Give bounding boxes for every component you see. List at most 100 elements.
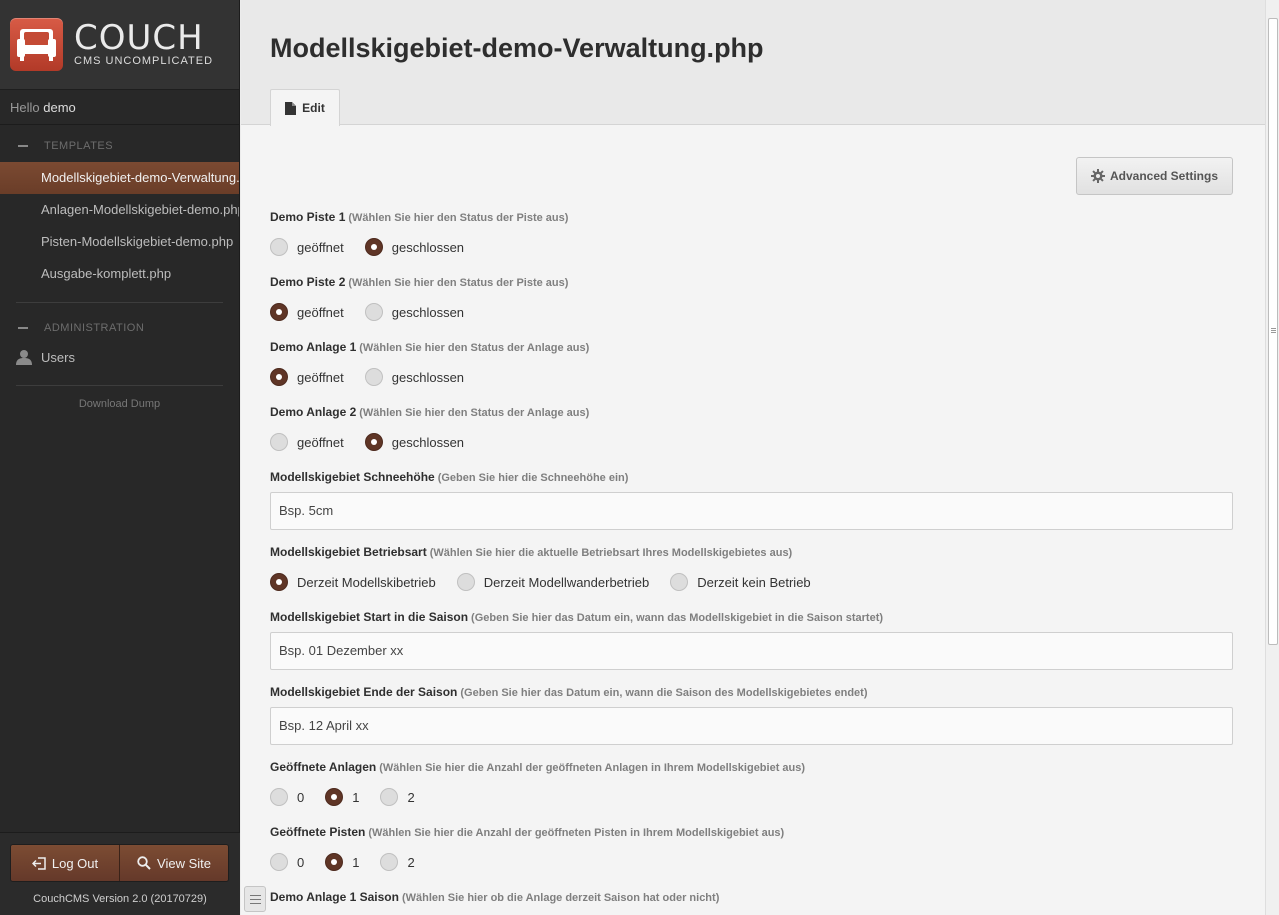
templates-section-header[interactable]: TEMPLATES (0, 133, 239, 159)
sidebar-footer: Log Out View Site CouchCMS Version 2.0 (… (0, 832, 240, 915)
radio-option[interactable]: 0 (270, 788, 304, 806)
radio-button[interactable] (364, 238, 383, 256)
radio-button[interactable] (364, 303, 383, 321)
radio-button[interactable] (270, 368, 288, 386)
radio-button[interactable] (670, 573, 689, 591)
field-anlage-1-saison: Demo Anlage 1 Saison (Wählen Sie hier ob … (270, 890, 1233, 906)
sidebar-item-pisten[interactable]: Pisten-Modellskigebiet-demo.php (0, 226, 239, 258)
field-hint: (Geben Sie hier das Datum ein, wann die … (460, 687, 868, 699)
field-label: Modellskigebiet Betriebsart (270, 545, 427, 559)
logout-button[interactable]: Log Out (11, 845, 119, 881)
radio-button[interactable] (270, 573, 288, 591)
field-start-saison: Modellskigebiet Start in die Saison (Gebe… (270, 610, 1233, 670)
radio-button[interactable] (364, 368, 383, 386)
sidebar-item-ausgabe[interactable]: Ausgabe-komplett.php (0, 258, 239, 290)
radio-option[interactable]: geschlossen (364, 238, 465, 256)
schneehoehe-input[interactable]: Bsp. 5cm (270, 492, 1233, 530)
download-dump-link[interactable]: Download Dump (0, 398, 239, 410)
radio-option[interactable]: geschlossen (364, 368, 465, 386)
administration-section-header[interactable]: ADMINISTRATION (0, 315, 239, 341)
couch-logo-icon (10, 18, 63, 71)
menu-toggle-icon[interactable] (244, 886, 266, 912)
field-geoeffnete-pisten: Geöffnete Pisten (Wählen Sie hier die Anz… (270, 825, 1233, 872)
radio-label: geöffnet (297, 239, 344, 255)
radio-option[interactable]: geöffnet (270, 433, 344, 451)
field-label: Modellskigebiet Ende der Saison (270, 685, 458, 699)
radio-button[interactable] (380, 853, 399, 871)
scrollbar[interactable] (1265, 0, 1279, 915)
radio-option[interactable]: Derzeit Modellwanderbetrieb (456, 573, 649, 591)
radio-label: geöffnet (297, 304, 344, 320)
radio-label: geschlossen (391, 239, 465, 255)
administration-header-label: ADMINISTRATION (44, 322, 145, 334)
radio-button[interactable] (270, 433, 288, 451)
field-hint: (Wählen Sie hier den Status der Piste au… (348, 212, 569, 224)
divider (16, 302, 223, 303)
view-site-button[interactable]: View Site (119, 845, 228, 881)
field-label: Demo Piste 2 (270, 275, 346, 289)
tab-edit[interactable]: Edit (270, 89, 340, 126)
field-hint: (Wählen Sie hier die Anzahl der geöffnet… (368, 827, 785, 839)
scrollbar-thumb[interactable] (1268, 18, 1278, 645)
sidebar: COUCH CMS UNCOMPLICATED Hello demo TEMPL… (0, 0, 240, 915)
radio-option[interactable]: 2 (380, 788, 415, 806)
field-anlage-2: Demo Anlage 2 (Wählen Sie hier den Status… (270, 405, 1233, 452)
brand[interactable]: COUCH CMS UNCOMPLICATED (0, 0, 239, 90)
field-hint: (Wählen Sie hier den Status der Anlage a… (359, 407, 590, 419)
radio-label: 2 (407, 854, 415, 870)
view-site-label: View Site (157, 855, 211, 871)
start-saison-input[interactable]: Bsp. 01 Dezember xx (270, 632, 1233, 670)
sidebar-item-users[interactable]: Users (0, 341, 239, 373)
field-label: Geöffnete Anlagen (270, 760, 377, 774)
radio-button[interactable] (456, 573, 475, 591)
radio-label: Derzeit kein Betrieb (697, 574, 811, 590)
radio-button[interactable] (270, 238, 288, 256)
radio-option[interactable]: geöffnet (270, 238, 344, 256)
advanced-settings-label: Advanced Settings (1109, 169, 1219, 183)
document-icon (285, 101, 297, 115)
radio-option[interactable]: Derzeit kein Betrieb (670, 573, 811, 591)
collapse-icon (18, 145, 28, 147)
advanced-settings-button[interactable]: Advanced Settings (1076, 157, 1233, 195)
radio-option[interactable]: geschlossen (364, 433, 465, 451)
field-geoeffnete-anlagen: Geöffnete Anlagen (Wählen Sie hier die An… (270, 760, 1233, 807)
field-hint: (Wählen Sie hier die aktuelle Betriebsar… (429, 547, 793, 559)
brand-name: COUCH (74, 17, 204, 58)
radio-label: 1 (352, 789, 360, 805)
greeting-user: demo (43, 100, 76, 115)
radio-option[interactable]: geschlossen (364, 303, 465, 321)
radio-option[interactable]: 0 (270, 853, 304, 871)
radio-button[interactable] (380, 788, 399, 806)
radio-option[interactable]: Derzeit Modellskibetrieb (270, 573, 436, 591)
divider (16, 385, 223, 386)
field-hint: (Geben Sie hier die Schneehöhe ein) (437, 472, 629, 484)
field-label: Modellskigebiet Schneehöhe (270, 470, 435, 484)
ende-saison-input[interactable]: Bsp. 12 April xx (270, 707, 1233, 745)
radio-label: geschlossen (391, 369, 465, 385)
radio-option[interactable]: geöffnet (270, 303, 344, 321)
brand-tagline: CMS UNCOMPLICATED (74, 54, 214, 67)
radio-button[interactable] (270, 853, 288, 871)
sidebar-item-anlagen[interactable]: Anlagen-Modellskigebiet-demo.php (0, 194, 239, 226)
radio-button[interactable] (270, 303, 288, 321)
field-hint: (Wählen Sie hier den Status der Piste au… (348, 277, 569, 289)
radio-label: geschlossen (391, 304, 465, 320)
radio-option[interactable]: 2 (380, 853, 415, 871)
page-header: Modellskigebiet-demo-Verwaltung.php Edit (241, 0, 1265, 126)
field-betriebsart: Modellskigebiet Betriebsart (Wählen Sie h… (270, 545, 1233, 592)
radio-option[interactable]: 1 (325, 853, 359, 871)
radio-label: geöffnet (297, 369, 344, 385)
radio-label: geschlossen (391, 434, 465, 450)
radio-option[interactable]: geöffnet (270, 368, 344, 386)
sidebar-item-verwaltung[interactable]: Modellskigebiet-demo-Verwaltung.php (0, 162, 239, 194)
radio-option[interactable]: 1 (325, 788, 359, 806)
version-text: CouchCMS Version 2.0 (20170729) (33, 893, 207, 905)
templates-header-label: TEMPLATES (44, 140, 114, 152)
main-content: Modellskigebiet-demo-Verwaltung.php Edit… (241, 0, 1265, 915)
field-piste-1: Demo Piste 1 (Wählen Sie hier den Status … (270, 210, 1233, 257)
field-label: Demo Anlage 2 (270, 405, 357, 419)
radio-button[interactable] (270, 788, 288, 806)
radio-button[interactable] (364, 433, 383, 451)
radio-button[interactable] (325, 788, 344, 806)
radio-button[interactable] (325, 853, 344, 871)
